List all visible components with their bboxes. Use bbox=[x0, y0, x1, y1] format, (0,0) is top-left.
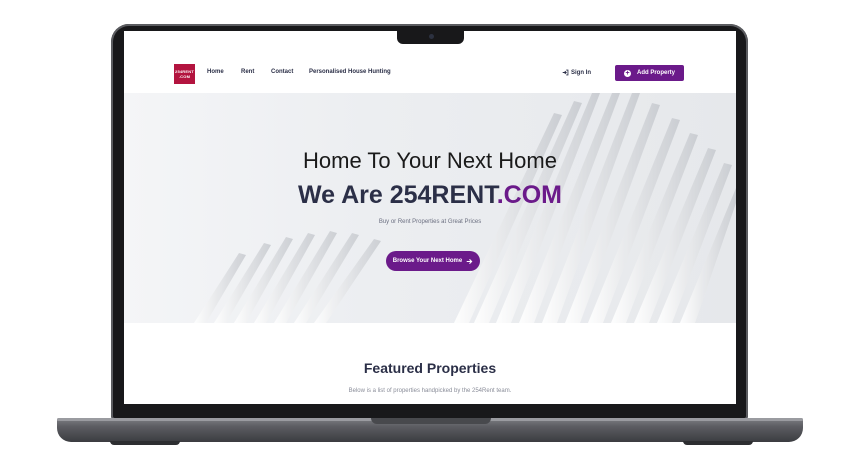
sign-in-link[interactable]: Sign In bbox=[562, 69, 591, 76]
laptop-mockup: 254RENT .COM Home Rent Contact Personali… bbox=[0, 0, 863, 459]
nav-link-rent[interactable]: Rent bbox=[241, 69, 254, 75]
hero-subtitle: Buy or Rent Properties at Great Prices bbox=[378, 219, 482, 225]
nav-link-home[interactable]: Home bbox=[207, 69, 224, 75]
nav-link-contact[interactable]: Contact bbox=[271, 69, 293, 75]
sign-in-icon bbox=[562, 69, 569, 76]
site-logo[interactable]: 254RENT .COM bbox=[174, 64, 195, 84]
laptop-foot-right bbox=[683, 441, 753, 445]
featured-properties-title: Featured Properties bbox=[363, 360, 497, 376]
hero-title-line1: Home To Your Next Home bbox=[303, 148, 557, 173]
laptop-base-groove bbox=[371, 418, 491, 424]
featured-properties-subtitle: Below is a list of properties handpicked… bbox=[348, 388, 512, 394]
website-screen: 254RENT .COM Home Rent Contact Personali… bbox=[124, 31, 736, 404]
laptop-foot-left bbox=[110, 441, 180, 445]
add-property-label: Add Property bbox=[636, 70, 675, 76]
sign-in-label: Sign In bbox=[571, 69, 591, 76]
add-property-button[interactable]: + Add Property bbox=[615, 65, 684, 81]
plus-circle-icon: + bbox=[623, 69, 631, 77]
camera-icon bbox=[429, 34, 434, 39]
nav-link-personalised-house-hunting[interactable]: Personalised House Hunting bbox=[309, 69, 391, 75]
hero-title-brand: We Are 254RENT bbox=[298, 181, 497, 209]
browse-button-label: Browse Your Next Home bbox=[392, 258, 463, 264]
hero-title-line2: We Are 254RENT.COM bbox=[124, 181, 736, 210]
logo-text-bottom: .COM bbox=[178, 74, 191, 79]
browse-next-home-button[interactable]: Browse Your Next Home bbox=[386, 251, 480, 271]
hero-title-com: .COM bbox=[496, 181, 562, 209]
hero-section: Home To Your Next Home We Are 254RENT.CO… bbox=[124, 93, 736, 323]
arrow-right-icon bbox=[466, 258, 473, 264]
